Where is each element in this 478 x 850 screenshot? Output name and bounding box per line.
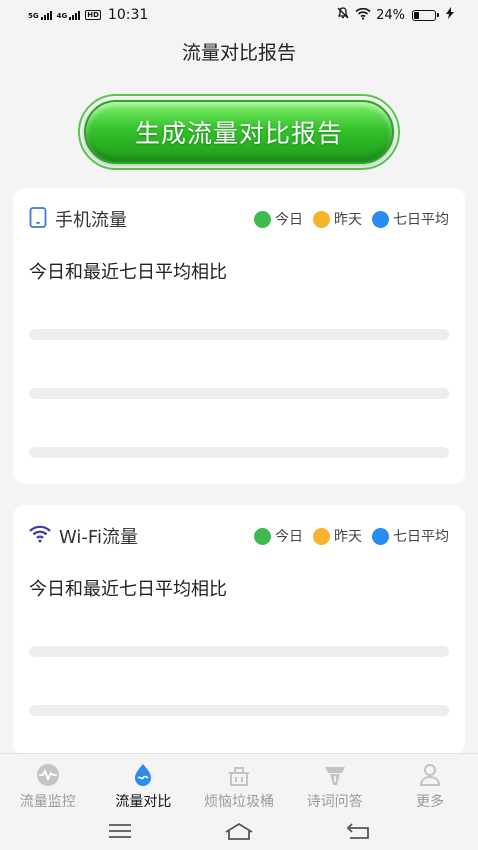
legend: 今日 昨天 七日平均	[254, 209, 449, 229]
signal-4g-icon: 4G	[57, 10, 81, 20]
card-subtitle: 今日和最近七日平均相比	[29, 262, 227, 283]
legend-7day-avg: 七日平均	[372, 526, 449, 546]
battery-icon	[412, 9, 439, 21]
status-bar: 5G 4G HD 10:31 24%	[0, 0, 478, 30]
legend-yesterday: 昨天	[313, 526, 362, 546]
app-screen: 5G 4G HD 10:31 24% 流量对比报告 生成流量对比报告 手机流量 …	[0, 0, 478, 850]
user-icon	[416, 762, 444, 788]
nav-label: 流量监控	[19, 794, 76, 810]
legend-label: 昨天	[334, 529, 362, 545]
today-bar-track	[29, 329, 449, 340]
system-nav-bar	[0, 811, 478, 850]
legend-yesterday: 昨天	[313, 209, 362, 229]
nav-item-more[interactable]: 更多	[382, 754, 478, 811]
signal-5g-icon: 5G	[28, 10, 52, 20]
avg-bar-track	[29, 447, 449, 458]
wifi-icon	[29, 525, 51, 547]
battery-level	[414, 11, 420, 19]
today-bar-track	[29, 646, 449, 657]
phone-icon	[29, 206, 47, 232]
bottom-nav: 流量监控 流量对比 烦恼垃圾桶 诗词问答 更多	[0, 753, 478, 811]
legend-today: 今日	[254, 209, 303, 229]
legend-7day-avg: 七日平均	[372, 209, 449, 229]
legend-dot	[313, 527, 330, 545]
hd-badge: HD	[85, 10, 101, 20]
card-subtitle: 今日和最近七日平均相比	[29, 579, 227, 600]
net-type-4g: 4G	[56, 12, 68, 20]
card-title-group: 手机流量	[29, 206, 127, 232]
yesterday-bar-track	[29, 388, 449, 399]
legend-today: 今日	[254, 526, 303, 546]
legend-dot	[254, 210, 271, 228]
generate-report-button-wrap: 生成流量对比报告	[78, 94, 400, 170]
home-button[interactable]	[219, 816, 259, 846]
menu-icon	[108, 823, 131, 838]
home-icon	[225, 822, 253, 840]
monitor-icon	[34, 762, 62, 788]
legend-label: 七日平均	[393, 529, 449, 545]
yesterday-bar-track	[29, 705, 449, 716]
phone-traffic-card: 手机流量 今日 昨天 七日平均 今日和最近七日平均相比	[13, 188, 465, 484]
battery-percent: 24%	[376, 7, 405, 23]
nav-label: 诗词问答	[306, 794, 363, 810]
back-button[interactable]	[338, 816, 378, 846]
status-left: 5G 4G HD 10:31	[28, 7, 148, 23]
nav-label: 更多	[416, 794, 445, 810]
legend-dot	[372, 210, 389, 228]
legend-label: 今日	[275, 212, 303, 228]
poem-icon	[321, 762, 349, 788]
card-title: 手机流量	[55, 210, 127, 231]
wifi-status-icon	[355, 7, 371, 24]
nav-label: 流量对比	[115, 794, 172, 810]
legend-label: 今日	[275, 529, 303, 545]
wifi-traffic-card: Wi-Fi流量 今日 昨天 七日平均 今日和最近七日平均相比	[13, 505, 465, 755]
trash-icon	[225, 762, 253, 788]
legend-label: 昨天	[334, 212, 362, 228]
mute-icon	[336, 6, 350, 24]
generate-report-button[interactable]: 生成流量对比报告	[84, 100, 394, 164]
card-header: Wi-Fi流量 今日 昨天 七日平均	[29, 523, 449, 549]
nav-item-poem[interactable]: 诗词问答	[287, 754, 383, 811]
net-type-5g: 5G	[28, 12, 39, 20]
nav-item-trash[interactable]: 烦恼垃圾桶	[191, 754, 287, 811]
legend-dot	[254, 527, 271, 545]
nav-item-compare[interactable]: 流量对比	[96, 754, 192, 811]
page-title: 流量对比报告	[181, 42, 296, 64]
compare-icon	[129, 762, 157, 788]
status-right: 24%	[336, 6, 454, 24]
nav-item-monitor[interactable]: 流量监控	[0, 754, 96, 811]
card-title-group: Wi-Fi流量	[29, 523, 138, 549]
status-time: 10:31	[107, 7, 149, 23]
card-title: Wi-Fi流量	[59, 527, 138, 548]
charging-icon	[446, 7, 454, 23]
legend: 今日 昨天 七日平均	[254, 526, 449, 546]
back-icon	[347, 822, 370, 839]
card-header: 手机流量 今日 昨天 七日平均	[29, 206, 449, 232]
legend-dot	[372, 527, 389, 545]
legend-label: 七日平均	[393, 212, 449, 228]
menu-button[interactable]	[100, 816, 140, 846]
nav-label: 烦恼垃圾桶	[203, 794, 274, 810]
legend-dot	[313, 210, 330, 228]
